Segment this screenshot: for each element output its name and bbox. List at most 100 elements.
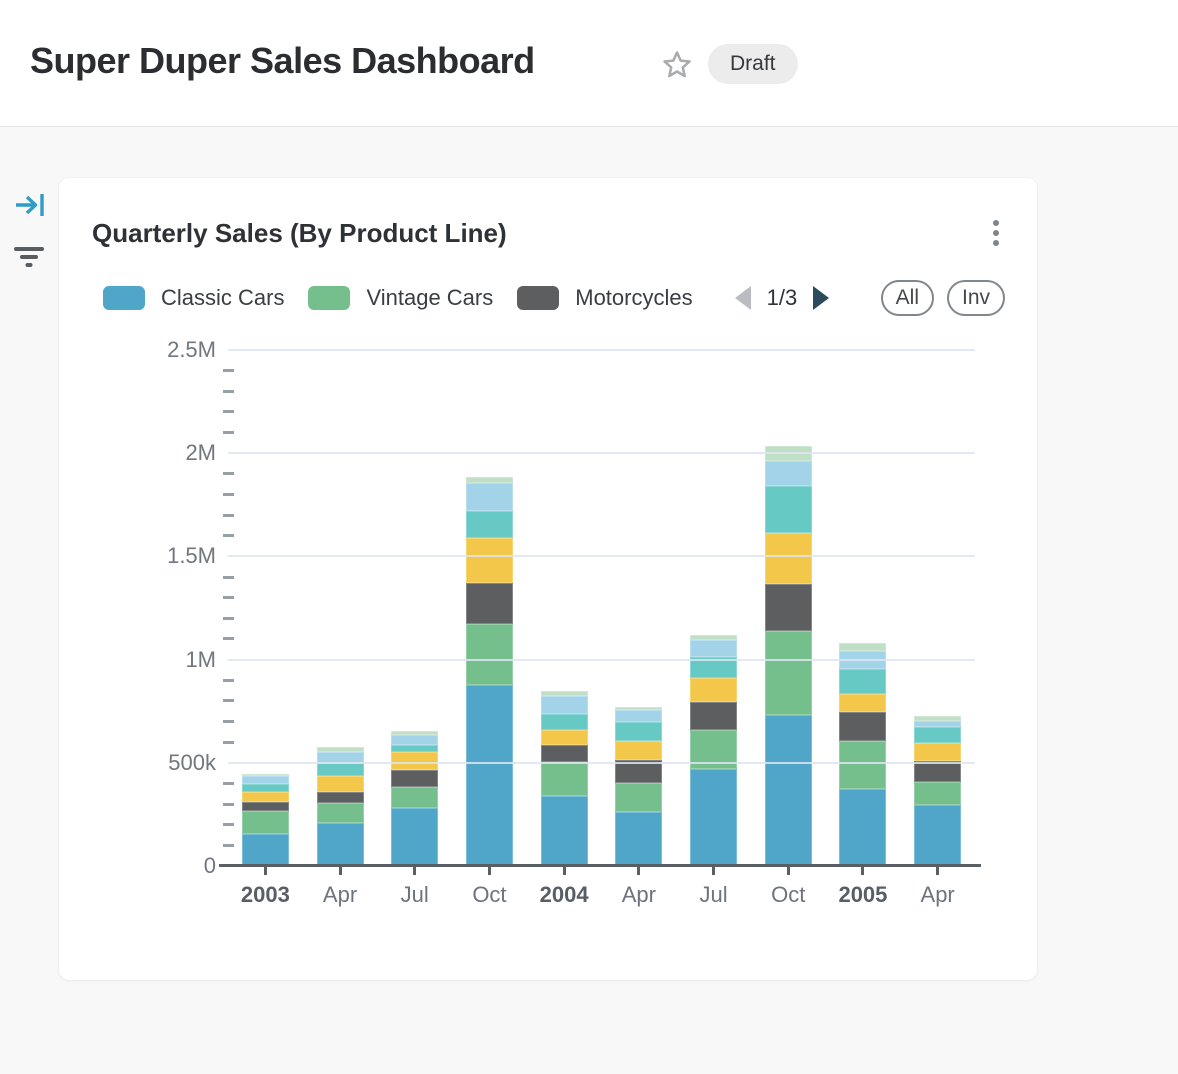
bar-segment[interactable] (317, 803, 364, 823)
x-axis-label-Oct: Oct (751, 882, 826, 908)
bar-segment[interactable] (391, 735, 438, 745)
gridline-1M (228, 659, 975, 661)
bar-segment[interactable] (690, 769, 737, 865)
gridline-2.5M (228, 349, 975, 351)
legend-label: Motorcycles (575, 285, 692, 311)
bar-segment[interactable] (839, 643, 886, 651)
bar-group-2005-8 (826, 350, 901, 865)
bar-stack (914, 716, 961, 865)
bar-segment[interactable] (317, 776, 364, 791)
bar-segment[interactable] (541, 696, 588, 715)
legend-next-icon[interactable] (813, 286, 829, 310)
bar-segment[interactable] (839, 669, 886, 694)
chart-card: Quarterly Sales (By Product Line) Classi… (59, 178, 1037, 980)
bar-group-Jul-6 (676, 350, 751, 865)
bar-segment[interactable] (242, 784, 289, 792)
bar-segment[interactable] (615, 783, 662, 812)
legend-row: Classic CarsVintage CarsMotorcycles 1/3 … (103, 278, 1005, 318)
legend-select-all-button[interactable]: All (881, 280, 934, 316)
bar-segment[interactable] (317, 823, 364, 865)
x-axis-tick (488, 867, 491, 875)
bar-segment[interactable] (839, 789, 886, 865)
bar-segment[interactable] (466, 483, 513, 511)
bar-segment[interactable] (466, 685, 513, 865)
chart-title: Quarterly Sales (By Product Line) (92, 218, 507, 249)
bar-segment[interactable] (541, 796, 588, 865)
bar-segment[interactable] (466, 511, 513, 538)
bar-segment[interactable] (690, 678, 737, 702)
x-axis-tick (264, 867, 267, 875)
legend-swatch (517, 286, 559, 310)
bar-segment[interactable] (914, 727, 961, 744)
bar-segment[interactable] (914, 761, 961, 783)
x-axis-label-Apr: Apr (303, 882, 378, 908)
legend-label: Vintage Cars (366, 285, 493, 311)
bar-segment[interactable] (391, 787, 438, 809)
bar-segment[interactable] (765, 486, 812, 532)
bar-stack (690, 635, 737, 865)
expand-panel-icon[interactable] (14, 190, 46, 225)
bar-segment[interactable] (391, 752, 438, 771)
bar-segment[interactable] (615, 741, 662, 760)
filter-icon[interactable] (14, 244, 44, 275)
x-axis-tick (712, 867, 715, 875)
x-axis-label-Apr: Apr (900, 882, 975, 908)
bar-segment[interactable] (466, 624, 513, 686)
bar-segment[interactable] (242, 834, 289, 865)
bar-segment[interactable] (242, 792, 289, 802)
bar-segment[interactable] (242, 811, 289, 834)
legend-item-classic-cars[interactable]: Classic Cars (103, 285, 284, 311)
stacked-bar-chart: 0500k1M1.5M2M2.5M2003AprJulOct2004AprJul… (228, 350, 975, 866)
bar-segment[interactable] (615, 722, 662, 742)
x-axis-label-Oct: Oct (452, 882, 527, 908)
bar-segment[interactable] (615, 710, 662, 721)
bar-segment[interactable] (317, 763, 364, 776)
bar-segment[interactable] (765, 533, 812, 585)
x-axis-label-2004: 2004 (527, 882, 602, 908)
legend-page-indicator: 1/3 (767, 285, 798, 311)
bar-segment[interactable] (839, 741, 886, 788)
bar-segment[interactable] (541, 762, 588, 796)
gridline-500k (228, 762, 975, 764)
bar-segment[interactable] (690, 702, 737, 730)
x-axis-tick (861, 867, 864, 875)
legend-item-vintage-cars[interactable]: Vintage Cars (308, 285, 493, 311)
bar-segment[interactable] (541, 730, 588, 745)
bar-stack (317, 747, 364, 865)
legend-invert-button[interactable]: Inv (947, 280, 1005, 316)
page-title: Super Duper Sales Dashboard (30, 40, 535, 82)
bar-segment[interactable] (391, 808, 438, 865)
bar-segment[interactable] (466, 538, 513, 583)
bar-segment[interactable] (839, 712, 886, 741)
bar-segment[interactable] (391, 770, 438, 787)
bar-segment[interactable] (765, 461, 812, 487)
legend-item-motorcycles[interactable]: Motorcycles (517, 285, 692, 311)
bar-segment[interactable] (914, 782, 961, 805)
bar-segment[interactable] (690, 640, 737, 657)
bar-segment[interactable] (765, 631, 812, 716)
bar-segment[interactable] (914, 805, 961, 865)
bar-segment[interactable] (765, 715, 812, 865)
bar-segment[interactable] (541, 745, 588, 762)
top-header: Super Duper Sales Dashboard Draft (0, 0, 1178, 127)
bar-segment[interactable] (541, 714, 588, 729)
bar-segment[interactable] (466, 583, 513, 623)
bar-segment[interactable] (615, 812, 662, 865)
bar-segment[interactable] (765, 584, 812, 630)
x-axis-label-2005: 2005 (826, 882, 901, 908)
bar-segment[interactable] (242, 802, 289, 811)
bar-group-Oct-7 (751, 350, 826, 865)
bar-segment[interactable] (242, 776, 289, 783)
star-favorite-icon[interactable] (660, 48, 694, 82)
bar-segment[interactable] (914, 743, 961, 761)
bar-group-Apr-1 (303, 350, 378, 865)
y-axis-label-1.5M: 1.5M (140, 545, 216, 567)
bar-stack (466, 477, 513, 865)
card-menu-kebab-icon[interactable] (983, 220, 1009, 254)
bar-segment[interactable] (839, 694, 886, 713)
legend-label: Classic Cars (161, 285, 284, 311)
x-axis-tick (637, 867, 640, 875)
legend-prev-icon[interactable] (735, 286, 751, 310)
bar-segment[interactable] (317, 792, 364, 803)
bar-group-2003-0 (228, 350, 303, 865)
